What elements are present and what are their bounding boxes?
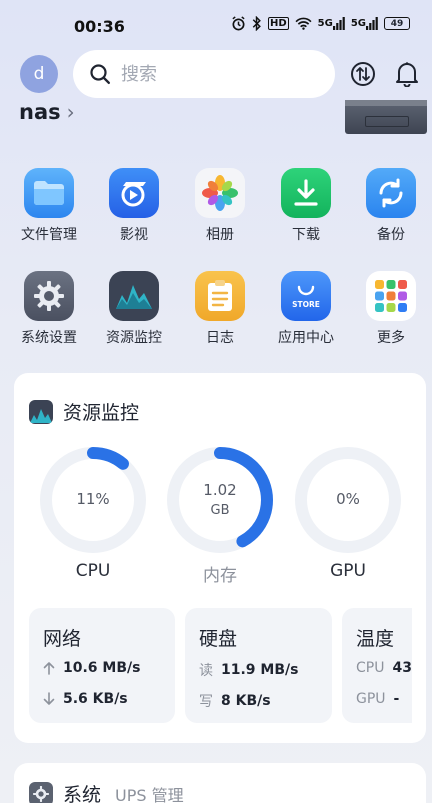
system-card-header: 系统 UPS 管理 <box>29 780 184 803</box>
gpu-temp-prefix: GPU <box>356 691 386 707</box>
settings-gear-icon <box>29 781 53 803</box>
bluetooth-icon <box>252 16 262 31</box>
search-icon <box>90 64 110 84</box>
app-logs[interactable]: 日志 <box>177 271 263 347</box>
network-title: 网络 <box>43 628 82 650</box>
temp-cpu: CPU 43° <box>356 660 412 676</box>
gpu-gauge[interactable]: 0% <box>293 445 403 555</box>
network-download: 5.6 KB/s <box>43 691 128 707</box>
gpu-value: 0% <box>336 490 360 508</box>
app-store-icon: STORE <box>281 271 331 321</box>
status-time: 00:36 <box>74 17 125 36</box>
signal-icon-1: 5G <box>318 17 345 30</box>
temperature-title: 温度 <box>356 628 395 650</box>
avatar[interactable]: d <box>20 55 58 93</box>
network-box[interactable]: 网络 10.6 MB/s 5.6 KB/s <box>29 608 175 723</box>
app-download[interactable]: 下载 <box>263 168 349 244</box>
app-label: 备份 <box>377 227 405 243</box>
download-icon <box>281 168 331 218</box>
resource-monitor-icon <box>29 399 53 424</box>
ups-management-link[interactable]: UPS 管理 <box>115 782 184 803</box>
app-backup[interactable]: 备份 <box>348 168 432 244</box>
app-system-settings[interactable]: 系统设置 <box>6 271 92 347</box>
system-title: 系统 <box>63 784 102 803</box>
log-clipboard-icon <box>195 271 245 321</box>
bell-icon <box>396 62 418 87</box>
download-speed: 5.6 KB/s <box>63 691 128 707</box>
gpu-temp: - <box>393 691 400 707</box>
folder-icon <box>24 168 74 218</box>
chevron-right-icon: › <box>66 100 75 124</box>
network-upload: 10.6 MB/s <box>43 660 140 676</box>
disk-title: 硬盘 <box>199 628 238 650</box>
more-grid-icon <box>366 271 416 321</box>
app-label: 文件管理 <box>21 227 77 243</box>
app-label: 更多 <box>377 330 405 346</box>
backup-sync-icon <box>366 168 416 218</box>
app-label: 应用中心 <box>278 330 334 346</box>
write-prefix: 写 <box>199 694 213 710</box>
read-speed: 11.9 MB/s <box>221 662 299 678</box>
memory-label: 内存 <box>203 566 237 586</box>
temp-gpu: GPU - <box>356 691 399 707</box>
settings-gear-icon <box>24 271 74 321</box>
memory-unit: GB <box>210 503 230 518</box>
system-card[interactable]: 系统 UPS 管理 <box>14 763 426 803</box>
card-title: 资源监控 <box>63 402 140 424</box>
cpu-label: CPU <box>75 561 111 581</box>
nas-device-image <box>345 100 427 134</box>
device-name: nas <box>19 100 61 124</box>
search-input[interactable] <box>121 63 311 85</box>
cpu-gauge[interactable]: 11% <box>38 445 148 555</box>
arrow-down-icon <box>43 692 55 705</box>
memory-gauge[interactable]: 1.02 GB <box>165 445 275 555</box>
search-bar[interactable] <box>73 50 335 98</box>
svg-text:STORE: STORE <box>292 300 320 309</box>
device-selector[interactable]: nas › <box>19 100 75 124</box>
signal-icon-2: 5G <box>351 17 378 30</box>
app-label: 下载 <box>292 227 320 243</box>
disk-write: 写 8 KB/s <box>199 691 271 711</box>
app-resource-monitor[interactable]: 资源监控 <box>91 271 177 347</box>
gpu-label: GPU <box>330 561 366 581</box>
app-video[interactable]: 影视 <box>91 168 177 244</box>
temperature-box[interactable]: 温度 CPU 43° GPU - <box>342 608 412 723</box>
app-photos[interactable]: 相册 <box>177 168 263 244</box>
disk-read: 读 11.9 MB/s <box>199 660 298 680</box>
cpu-temp: 43° <box>392 660 412 676</box>
wifi-icon <box>295 17 312 30</box>
app-label: 系统设置 <box>21 330 77 346</box>
transfer-button[interactable] <box>349 60 377 88</box>
film-icon <box>109 168 159 218</box>
photo-flower-icon <box>195 168 245 218</box>
memory-value: 1.02 <box>203 481 237 499</box>
app-label: 影视 <box>120 227 148 243</box>
app-store[interactable]: STORE 应用中心 <box>263 271 349 347</box>
resource-monitor-card[interactable]: 资源监控 11% CPU 1.02 GB 内存 0% GPU 网络 10.6 M… <box>14 373 426 743</box>
arrow-up-icon <box>43 662 55 675</box>
write-speed: 8 KB/s <box>221 693 271 709</box>
cpu-temp-prefix: CPU <box>356 660 385 676</box>
resource-monitor-icon <box>109 271 159 321</box>
read-prefix: 读 <box>199 663 213 679</box>
card-header: 资源监控 <box>29 398 139 425</box>
app-label: 资源监控 <box>106 330 162 346</box>
cpu-value: 11% <box>76 490 110 508</box>
disk-box[interactable]: 硬盘 读 11.9 MB/s 写 8 KB/s <box>185 608 332 723</box>
hd-badge: HD <box>267 17 289 30</box>
app-label: 日志 <box>206 330 234 346</box>
app-label: 相册 <box>206 227 234 243</box>
alarm-icon <box>231 16 246 31</box>
battery-icon: 49 <box>384 17 410 30</box>
app-more[interactable]: 更多 <box>348 271 432 347</box>
transfer-sync-icon <box>351 62 375 86</box>
upload-speed: 10.6 MB/s <box>63 660 141 676</box>
watermark: 小鱼评测 <box>377 778 426 792</box>
status-icons: HD 5G 5G 49 <box>231 16 410 31</box>
status-bar: 00:36 HD 5G 5G 49 <box>0 0 432 50</box>
notification-button[interactable] <box>393 60 421 88</box>
app-file-manager[interactable]: 文件管理 <box>6 168 92 244</box>
